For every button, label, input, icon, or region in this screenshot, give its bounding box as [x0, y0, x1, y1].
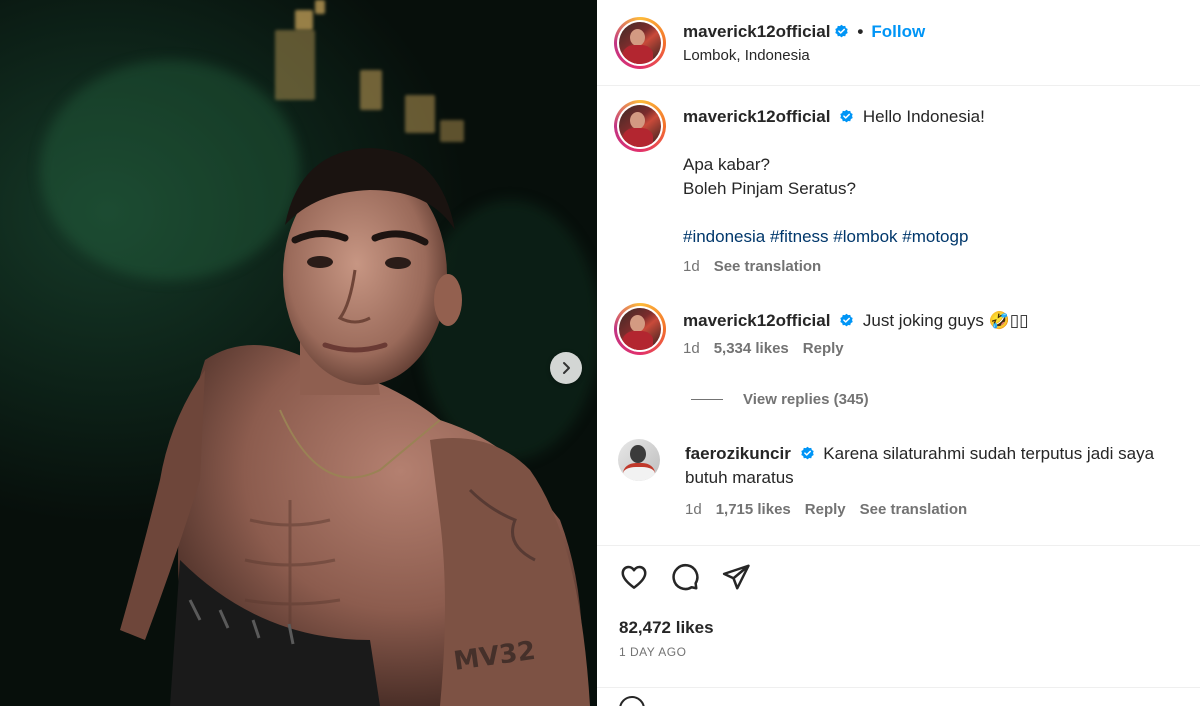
comment-time: 1d	[685, 501, 702, 518]
section-divider	[597, 545, 1200, 546]
view-replies-button[interactable]: View replies (345)	[691, 391, 869, 408]
follow-button[interactable]: Follow	[871, 22, 925, 42]
reply-button[interactable]: Reply	[805, 498, 846, 522]
comment-time: 1d	[683, 340, 700, 357]
laughing-emoji: 🤣	[988, 311, 1010, 331]
comment-avatar[interactable]	[614, 303, 666, 355]
chevron-right-icon	[563, 362, 570, 374]
see-translation-button[interactable]: See translation	[860, 498, 968, 522]
post-location[interactable]: Lombok, Indonesia	[683, 47, 925, 64]
comment-avatar[interactable]	[618, 439, 660, 481]
caption-text-line3: Boleh Pinjam Seratus?	[683, 179, 856, 198]
verified-badge-icon	[840, 109, 853, 123]
post-likes-count[interactable]: 82,472 likes	[619, 618, 714, 638]
unrendered-emoji-glyphs: ▯▯	[1009, 311, 1029, 331]
caption-username[interactable]: maverick12official	[683, 107, 830, 126]
caption-time: 1d	[683, 258, 700, 275]
replies-line	[691, 399, 723, 400]
author-username[interactable]: maverick12official	[683, 22, 830, 42]
comment-likes[interactable]: 1,715 likes	[716, 498, 791, 522]
verified-badge-icon	[800, 446, 814, 460]
emoji-picker-icon[interactable]	[619, 696, 645, 706]
caption-avatar[interactable]	[614, 100, 666, 152]
post-side-panel: maverick12official • Follow Lombok, Indo…	[597, 0, 1200, 706]
comment-item: maverick12official Just joking guys 🤣▯▯ …	[614, 303, 1028, 361]
post-media[interactable]: MV32	[0, 0, 597, 706]
comment-username[interactable]: faerozikuncir	[685, 444, 791, 463]
caption-text-line1: Hello Indonesia!	[862, 107, 985, 126]
person-photo: MV32	[120, 148, 590, 706]
post-actions	[619, 562, 751, 592]
share-icon[interactable]	[721, 562, 751, 592]
caption-text-line2: Apa kabar?	[683, 155, 770, 174]
comment-likes[interactable]: 5,334 likes	[714, 337, 789, 361]
caption-comment: maverick12official Hello Indonesia! Apa …	[614, 100, 985, 279]
comment-item: faerozikuncir Karena silaturahmi sudah t…	[618, 439, 1154, 522]
comment-text: Just joking guys	[862, 311, 984, 330]
view-replies-label: View replies (345)	[743, 391, 869, 408]
carousel-next-button[interactable]	[550, 352, 582, 384]
verified-badge-icon	[835, 24, 849, 38]
author-avatar[interactable]	[614, 16, 666, 69]
verified-badge-icon	[840, 313, 853, 327]
comment-text-line1: Karena silaturahmi sudah terputus jadi s…	[823, 444, 1155, 463]
comment-icon[interactable]	[670, 562, 700, 592]
comment-username[interactable]: maverick12official	[683, 311, 830, 330]
separator-dot: •	[857, 21, 864, 41]
comments-section: maverick12official Hello Indonesia! Apa …	[597, 87, 1200, 545]
heart-icon[interactable]	[619, 562, 649, 592]
caption-hashtags[interactable]: #indonesia #fitness #lombok #motogp	[683, 225, 985, 249]
post-header: maverick12official • Follow Lombok, Indo…	[597, 0, 1200, 86]
caption-see-translation[interactable]: See translation	[714, 255, 822, 279]
reply-button[interactable]: Reply	[803, 337, 844, 361]
comment-text-line2: butuh maratus	[685, 468, 794, 487]
section-divider	[597, 687, 1200, 688]
post-timestamp: 1 DAY AGO	[619, 645, 687, 659]
